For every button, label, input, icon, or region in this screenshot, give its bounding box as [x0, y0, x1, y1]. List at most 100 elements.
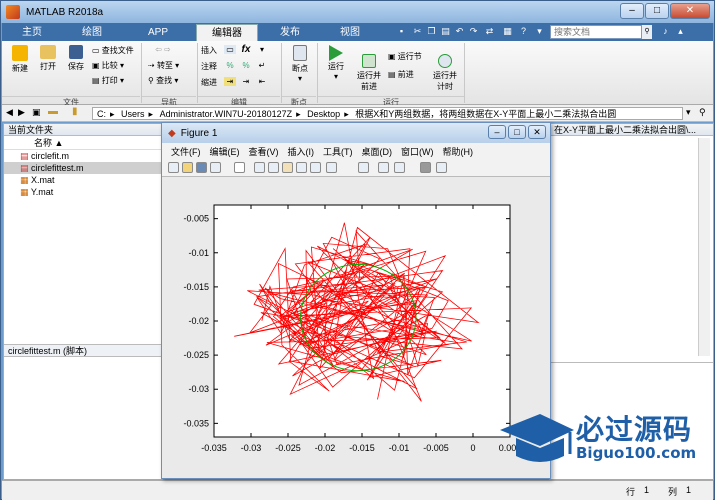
- minimize-button[interactable]: ‒: [620, 3, 644, 19]
- menu-edit[interactable]: 编辑(E): [210, 145, 240, 158]
- bell-icon[interactable]: ♪: [660, 26, 671, 37]
- col-label: 列: [668, 487, 678, 497]
- x-tick-label: -0.015: [349, 443, 375, 453]
- address-dropdown-icon[interactable]: ▾: [686, 107, 691, 118]
- address-search-icon[interactable]: ⚲: [699, 107, 706, 118]
- search-icon[interactable]: ⚲: [642, 25, 652, 39]
- rotate-icon[interactable]: [296, 162, 307, 173]
- figure-title-bar: ◆ Figure 1 ‒ □ ✕: [162, 123, 550, 143]
- forward-icon[interactable]: ▶: [18, 107, 25, 118]
- zoom-in-icon[interactable]: [254, 162, 265, 173]
- list-item[interactable]: ▤ circlefittest.m: [4, 162, 162, 174]
- y-tick-label: -0.015: [183, 282, 209, 292]
- new-figure-icon[interactable]: [168, 162, 179, 173]
- x-tick-label: -0.03: [241, 443, 262, 453]
- current-folder-title: 当前文件夹: [4, 124, 162, 136]
- watermark-url: Biguo100.com: [576, 444, 697, 462]
- search-docs-input[interactable]: 搜索文档: [550, 25, 642, 39]
- x-tick-label: -0.01: [389, 443, 410, 453]
- details-bar[interactable]: circlefittest.m (脚本): [4, 344, 162, 357]
- expand-icon[interactable]: ▴: [675, 26, 686, 37]
- layout-icon[interactable]: ▦: [502, 26, 513, 37]
- mat-file-icon: ▦: [20, 187, 29, 197]
- legend-icon[interactable]: [394, 162, 405, 173]
- crumb-users[interactable]: Users: [117, 108, 149, 119]
- menu-desktop[interactable]: 桌面(D): [362, 145, 393, 158]
- hide-tools-icon[interactable]: [420, 162, 431, 173]
- matlab-window: MATLAB R2018a ‒ □ ✕ 主页 绘图 APP 编辑器 发布 视图 …: [0, 0, 715, 500]
- tab-apps[interactable]: APP: [132, 24, 184, 41]
- file-name: circlefit.m: [31, 151, 70, 161]
- figure-minimize-button[interactable]: ‒: [488, 125, 506, 139]
- editor-tab[interactable]: 在X-Y平面上最小二乘法拟合出圆\...: [550, 124, 713, 136]
- tab-editor[interactable]: 编辑器: [196, 24, 258, 41]
- colorbar-icon[interactable]: [378, 162, 389, 173]
- back-icon[interactable]: ◀: [6, 107, 13, 118]
- brush-icon[interactable]: [326, 162, 337, 173]
- editor-scrollbar[interactable]: [698, 138, 710, 356]
- crumb-desktop[interactable]: Desktop: [303, 108, 344, 119]
- watermark: 必过源码 Biguo100.com: [496, 404, 715, 480]
- tab-publish[interactable]: 发布: [264, 24, 316, 41]
- open-file-icon[interactable]: [182, 162, 193, 173]
- ribbon-tabs: 主页 绘图 APP 编辑器 发布 视图 ▪ ✂ ❐ ▤ ↶ ↷ ⇄ ▦ ? ▾ …: [2, 23, 713, 41]
- figure-title: Figure 1: [180, 127, 218, 139]
- crumb-admin[interactable]: Administrator.WIN7U-20180127Z: [156, 108, 297, 119]
- switch-windows-icon[interactable]: ⇄: [484, 26, 495, 37]
- pan-icon[interactable]: [282, 162, 293, 173]
- dropdown-icon[interactable]: ▾: [534, 26, 545, 37]
- save-figure-icon[interactable]: [196, 162, 207, 173]
- separator: [464, 43, 465, 103]
- x-tick-label: 0: [470, 443, 475, 453]
- edit-section: 编辑: [198, 41, 280, 107]
- show-tools-icon[interactable]: [436, 162, 447, 173]
- figure-logo-icon: ◆: [168, 127, 176, 139]
- status-bar: 行 1 列 1: [2, 480, 713, 500]
- crumb-project[interactable]: 根据X和Y两组数据，将两组数据在X-Y平面上最小二乘法拟合出圆: [351, 108, 620, 119]
- figure-close-button[interactable]: ✕: [528, 125, 546, 139]
- x-tick-label: -0.005: [423, 443, 449, 453]
- edit-section-label: 编辑: [198, 96, 280, 107]
- m-file-icon: ▤: [20, 163, 29, 173]
- menu-insert[interactable]: 插入(I): [288, 145, 315, 158]
- cut-icon[interactable]: ✂: [412, 26, 423, 37]
- close-button[interactable]: ✕: [670, 3, 710, 19]
- list-item[interactable]: ▦ X.mat: [4, 174, 162, 186]
- list-item[interactable]: ▤ circlefit.m: [4, 150, 162, 162]
- pointer-icon[interactable]: [234, 162, 245, 173]
- crumb-drive[interactable]: C:: [93, 108, 110, 119]
- folder-icon: ▮: [72, 106, 78, 117]
- paste-icon[interactable]: ▤: [440, 26, 451, 37]
- menu-tools[interactable]: 工具(T): [323, 145, 353, 158]
- file-name: Y.mat: [30, 187, 54, 197]
- list-item[interactable]: ▦ Y.mat: [4, 186, 162, 198]
- address-path[interactable]: C: ▸ Users ▸ Administrator.WIN7U-20180127Z…: [92, 107, 683, 120]
- link-plot-icon[interactable]: [358, 162, 369, 173]
- y-tick-label: -0.03: [188, 384, 209, 394]
- save-quick-icon[interactable]: ▪: [396, 26, 407, 37]
- column-header-name[interactable]: 名称 ▲: [4, 136, 162, 150]
- run-section: 运行: [318, 41, 464, 107]
- figure-maximize-button[interactable]: □: [508, 125, 526, 139]
- zoom-out-icon[interactable]: [268, 162, 279, 173]
- menu-help[interactable]: 帮助(H): [443, 145, 474, 158]
- menu-file[interactable]: 文件(F): [171, 145, 201, 158]
- browse-folder-icon[interactable]: ▬: [48, 106, 58, 117]
- figure-window: ◆ Figure 1 ‒ □ ✕ 文件(F) 编辑(E) 查看(V) 插入(I)…: [161, 122, 551, 479]
- m-file-icon: ▤: [20, 151, 29, 161]
- data-cursor-icon[interactable]: [310, 162, 321, 173]
- copy-icon[interactable]: ❐: [426, 26, 437, 37]
- undo-icon[interactable]: ↶: [454, 26, 465, 37]
- tab-plots[interactable]: 绘图: [66, 24, 118, 41]
- print-figure-icon[interactable]: [210, 162, 221, 173]
- menu-window[interactable]: 窗口(W): [401, 145, 434, 158]
- up-folder-icon[interactable]: ▣: [32, 107, 41, 118]
- tab-home[interactable]: 主页: [6, 24, 58, 41]
- y-tick-label: -0.025: [183, 350, 209, 360]
- tab-view[interactable]: 视图: [324, 24, 376, 41]
- mat-file-icon: ▦: [20, 175, 29, 185]
- help-icon[interactable]: ?: [518, 26, 529, 37]
- menu-view[interactable]: 查看(V): [249, 145, 279, 158]
- maximize-button[interactable]: □: [645, 3, 669, 19]
- redo-icon[interactable]: ↷: [468, 26, 479, 37]
